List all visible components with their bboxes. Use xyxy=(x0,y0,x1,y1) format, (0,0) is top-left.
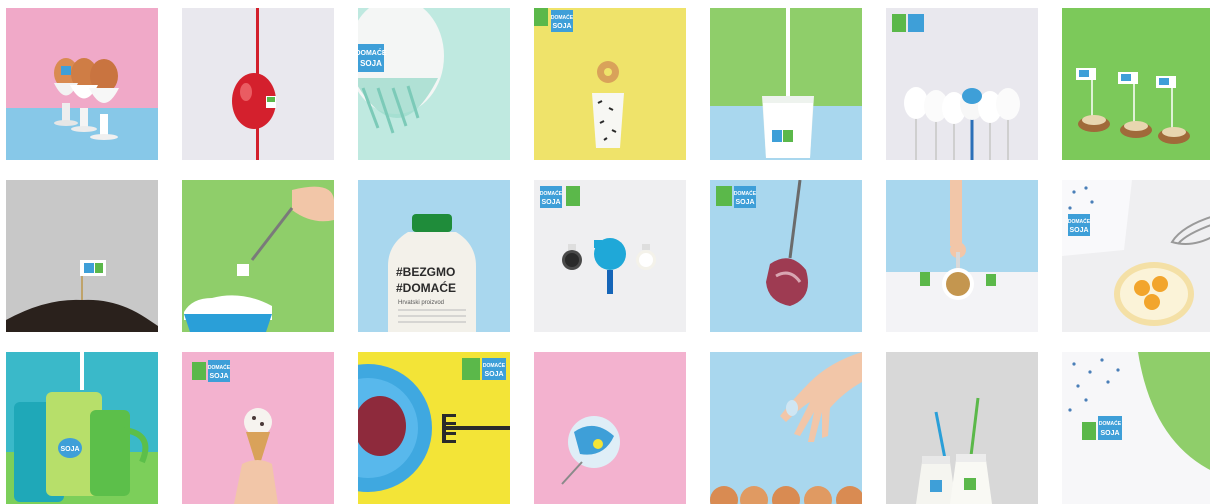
tile-egg-lollipops[interactable] xyxy=(886,8,1038,160)
tile-donut-on-cup[interactable]: DOMAĆE SOJA xyxy=(534,8,686,160)
tile-hand-over-eggs[interactable] xyxy=(710,352,862,504)
mugs-illustration: SOJA xyxy=(6,352,158,504)
tile-label-line1: DOMAĆE xyxy=(483,361,506,369)
donut-cup-illustration: DOMAĆE SOJA xyxy=(534,8,686,160)
tile-milk-bottle[interactable]: #BEZGMO #DOMAĆE Hrvatski proizvod xyxy=(358,180,510,332)
tile-label-line1: DOMAĆE xyxy=(358,48,387,57)
whisk-bowl-illustration: DOMAĆE SOJA xyxy=(1062,180,1210,332)
tile-label-line1: DOMAĆE xyxy=(208,363,231,371)
tile-sugar-cubes-spoon[interactable] xyxy=(182,180,334,332)
cereal-bowl-illustration xyxy=(886,180,1038,332)
milk-glass-illustration xyxy=(710,8,862,160)
tile-label-line1: DOMAĆE xyxy=(1099,419,1122,427)
tile-hand-cereal-bowl[interactable] xyxy=(886,180,1038,332)
tile-mugs-milk-pour[interactable]: SOJA xyxy=(6,352,158,504)
tile-milk-pouring[interactable] xyxy=(710,8,862,160)
tile-bowl-from-above[interactable] xyxy=(534,352,686,504)
tile-label-line1: DOMAĆE xyxy=(1068,217,1091,225)
meat-fork-illustration: DOMAĆE SOJA xyxy=(710,180,862,332)
ice-cream-illustration: DOMAĆE SOJA xyxy=(182,352,334,504)
tile-label-line2: SOJA xyxy=(360,59,382,68)
tile-label-line1: DOMAĆE xyxy=(551,13,574,21)
tile-label-line2: SOJA xyxy=(484,371,503,378)
tile-label-line2: SOJA xyxy=(209,373,228,380)
egg-lollipops-illustration xyxy=(886,8,1038,160)
tile-label-line2: SOJA xyxy=(552,23,571,30)
eggs-in-cups-illustration xyxy=(6,8,158,160)
tile-red-dripping-egg[interactable] xyxy=(182,8,334,160)
tile-label-line2: SOJA xyxy=(1069,227,1088,234)
glass-bowl-illustration: DOMAĆE SOJA xyxy=(358,8,510,160)
tile-egg-in-glass-bowl[interactable]: DOMAĆE SOJA xyxy=(358,8,510,160)
milk-bottle-illustration: #BEZGMO #DOMAĆE Hrvatski proizvod xyxy=(358,180,510,332)
milk-bottles-illustration xyxy=(886,352,1038,504)
bowl-above-illustration xyxy=(534,352,686,504)
tile-eggs-bowl-whisk[interactable]: DOMAĆE SOJA xyxy=(1062,180,1210,332)
tile-label-line2: SOJA xyxy=(60,446,79,453)
red-egg-illustration xyxy=(182,8,334,160)
moka-pot-illustration: DOMAĆE SOJA xyxy=(534,180,686,332)
tile-meat-on-fork[interactable]: DOMAĆE SOJA xyxy=(710,180,862,332)
tile-milk-bottles-straws[interactable] xyxy=(886,352,1038,504)
soil-flag-illustration xyxy=(6,180,158,332)
tile-flag-in-soil[interactable] xyxy=(6,180,158,332)
tile-eggs-in-cups[interactable] xyxy=(6,8,158,160)
tile-plate-with-fork[interactable]: DOMAĆE SOJA xyxy=(358,352,510,504)
plate-fork-illustration: DOMAĆE SOJA xyxy=(358,352,510,504)
tile-label-line2: SOJA xyxy=(1100,430,1119,437)
sugar-spoon-illustration xyxy=(182,180,334,332)
cloth-illustration: DOMAĆE SOJA xyxy=(1062,352,1210,504)
tile-label-line1: DOMAĆE xyxy=(540,189,563,197)
bottle-hashtag-2: #DOMAĆE xyxy=(396,280,456,295)
bottle-hashtag-1: #BEZGMO xyxy=(396,265,455,279)
tile-ice-cream-cone[interactable]: DOMAĆE SOJA xyxy=(182,352,334,504)
hand-eggs-illustration xyxy=(710,352,862,504)
image-grid: DOMAĆE SOJA DOMAĆE SOJA #BEZGMO #DOMAĆE … xyxy=(0,0,1210,504)
tile-moka-pot-cups[interactable]: DOMAĆE SOJA xyxy=(534,180,686,332)
tile-canapes-with-flags[interactable] xyxy=(1062,8,1210,160)
bottle-small-text: Hrvatski proizvod xyxy=(398,300,444,306)
canapes-illustration xyxy=(1062,8,1210,160)
tile-label-line1: DOMAĆE xyxy=(734,189,757,197)
tile-label-line2: SOJA xyxy=(735,199,754,206)
tile-patterned-cloth[interactable]: DOMAĆE SOJA xyxy=(1062,352,1210,504)
tile-label-line2: SOJA xyxy=(541,199,560,206)
